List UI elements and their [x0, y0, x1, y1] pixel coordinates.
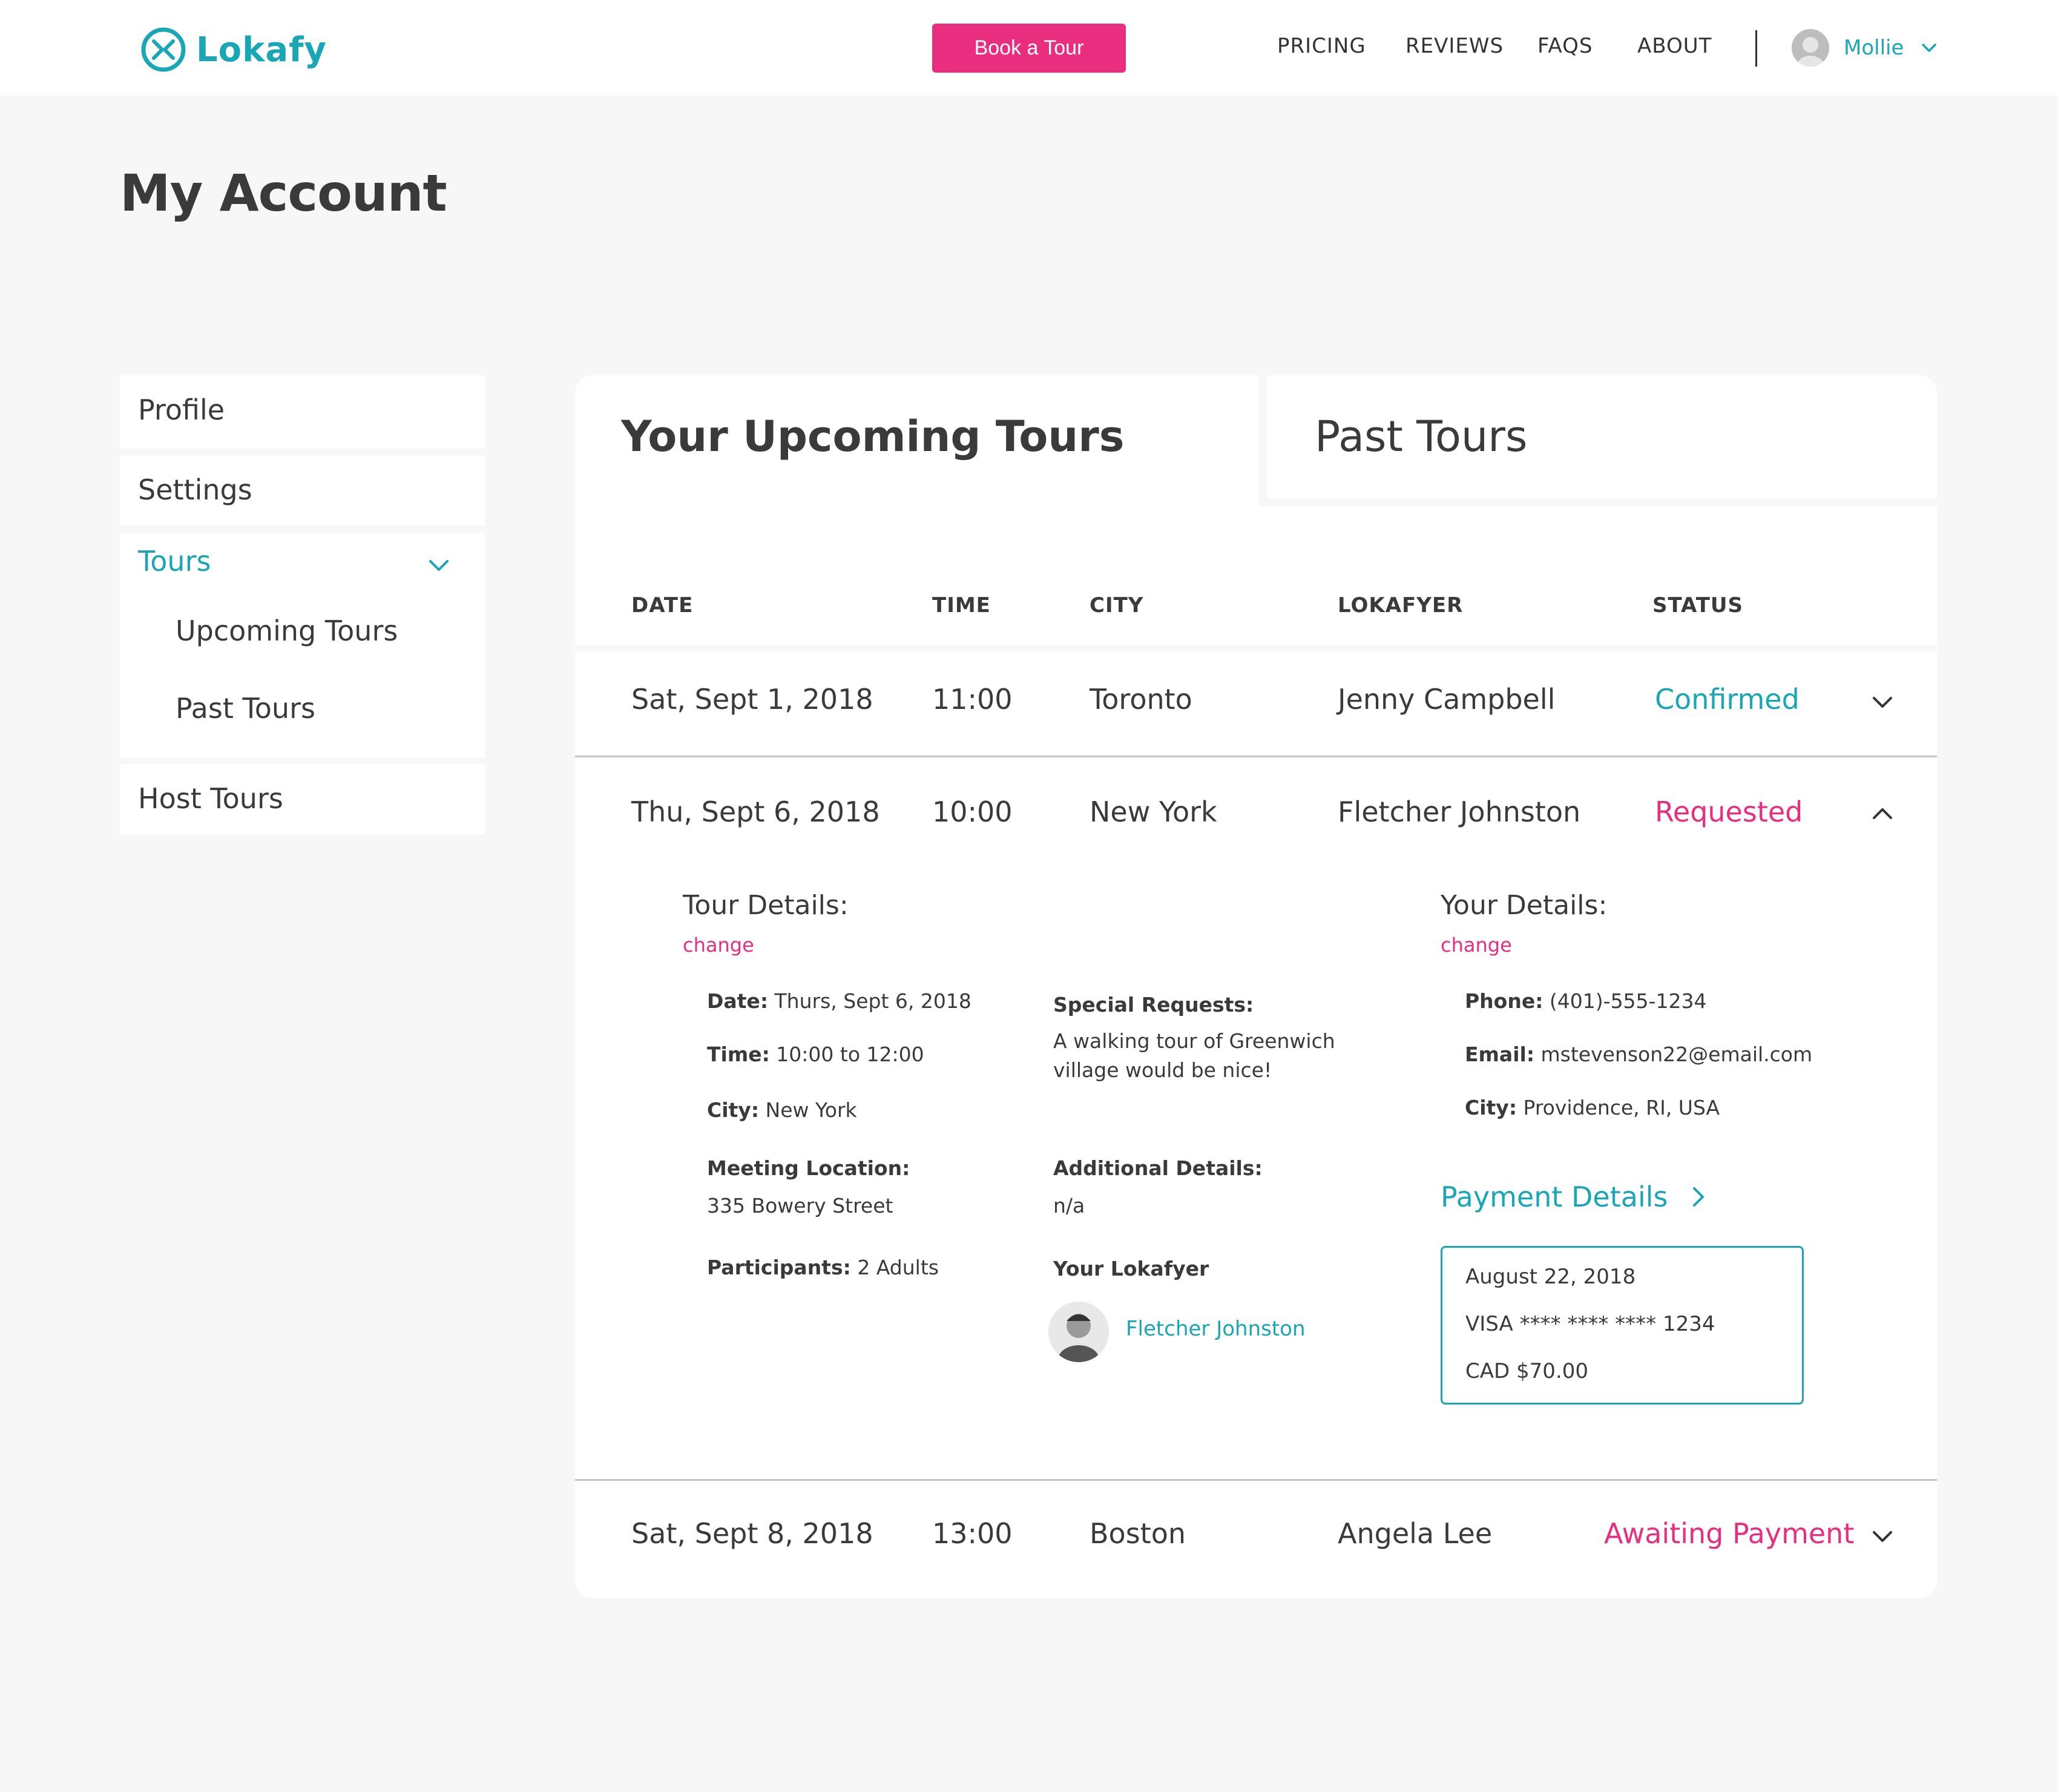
lokafyer-avatar[interactable] — [1048, 1302, 1109, 1362]
tab-label: Past Tours — [1315, 412, 1528, 461]
your-details-change-link[interactable]: change — [1441, 934, 1512, 957]
sidebar-item-profile[interactable]: Profile — [120, 375, 485, 448]
divider — [575, 756, 1937, 757]
sidebar-subitem-upcoming-tours[interactable]: Upcoming Tours — [176, 614, 398, 647]
status-badge: Requested — [1655, 796, 1803, 828]
page-title: My Account — [120, 163, 447, 223]
user-avatar-icon — [1792, 29, 1829, 67]
column-header-lokafyer: LOKAFYER — [1338, 593, 1464, 618]
sidebar-item-label: Host Tours — [138, 782, 283, 815]
payment-details-title: Payment Details — [1441, 1181, 1668, 1213]
nav-divider — [1755, 30, 1757, 67]
logo[interactable]: Lokafy — [140, 27, 327, 73]
tour-details-title: Tour Details: — [683, 890, 849, 921]
nav-about[interactable]: ABOUT — [1637, 34, 1712, 58]
sidebar-item-label: Settings — [138, 473, 252, 506]
column-header-time: TIME — [932, 593, 991, 618]
additional-details-value: n/a — [1053, 1194, 1085, 1217]
payment-card: VISA **** **** **** 1234 — [1465, 1312, 1715, 1336]
user-menu[interactable]: Mollie — [1792, 29, 1940, 67]
payment-amount: CAD $70.00 — [1465, 1359, 1588, 1383]
sidebar-item-label: Tours — [138, 545, 211, 578]
divider — [575, 1479, 1937, 1481]
user-avatar — [1792, 29, 1829, 67]
lokafyer-name-link[interactable]: Fletcher Johnston — [1126, 1317, 1306, 1341]
column-header-date: DATE — [631, 593, 694, 618]
tour-time: Time: 10:00 to 12:00 — [707, 1043, 924, 1066]
sidebar-item-label: Profile — [138, 394, 225, 426]
tour-details-change-link[interactable]: change — [683, 934, 754, 957]
column-header-status: STATUS — [1652, 593, 1744, 618]
user-city: City: Providence, RI, USA — [1465, 1096, 1720, 1119]
meeting-location-label: Meeting Location: — [707, 1156, 910, 1180]
user-name: Mollie — [1844, 36, 1904, 60]
top-header: Lokafy Book a Tour PRICING REVIEWS FAQS … — [0, 0, 2058, 96]
additional-details-label: Additional Details: — [1053, 1156, 1263, 1180]
logo-text: Lokafy — [196, 30, 327, 70]
chevron-down-icon — [429, 560, 449, 571]
user-phone: Phone: (401)-555-1234 — [1465, 989, 1707, 1013]
meeting-location-value: 335 Bowery Street — [707, 1194, 893, 1217]
special-requests-label: Special Requests: — [1053, 993, 1254, 1016]
tour-participants: Participants: 2 Adults — [707, 1256, 939, 1279]
sidebar-subitem-past-tours[interactable]: Past Tours — [176, 692, 315, 725]
payment-date: August 22, 2018 — [1465, 1265, 1636, 1289]
your-lokafyer-label: Your Lokafyer — [1053, 1257, 1209, 1280]
chevron-up-icon[interactable] — [1868, 799, 1897, 828]
row-lokafyer: Fletcher Johnston — [1338, 796, 1581, 828]
your-details-title: Your Details: — [1441, 890, 1608, 921]
row-date: Thu, Sept 6, 2018 — [631, 796, 880, 828]
tour-date: Date: Thurs, Sept 6, 2018 — [707, 989, 971, 1013]
chevron-down-icon[interactable] — [1868, 1522, 1897, 1551]
special-requests-line: A walking tour of Greenwich — [1053, 1029, 1335, 1053]
status-badge: Confirmed — [1655, 683, 1800, 716]
payment-summary-box: August 22, 2018 VISA **** **** **** 1234… — [1441, 1246, 1804, 1405]
chevron-down-icon — [1922, 44, 1937, 52]
nav-reviews[interactable]: REVIEWS — [1405, 34, 1504, 58]
tab-past-tours[interactable]: Past Tours — [1259, 375, 1937, 506]
row-time: 10:00 — [932, 796, 1013, 828]
sidebar-item-settings[interactable]: Settings — [120, 455, 485, 525]
row-city: Toronto — [1090, 683, 1192, 716]
row-date: Sat, Sept 8, 2018 — [631, 1517, 873, 1550]
tab-label: Your Upcoming Tours — [621, 412, 1125, 461]
lokafyer-avatar-icon — [1048, 1302, 1109, 1362]
row-time: 11:00 — [932, 683, 1013, 716]
book-tour-button[interactable]: Book a Tour — [932, 24, 1126, 73]
user-email: Email: mstevenson22@email.com — [1465, 1043, 1813, 1066]
tours-card: Your Upcoming Tours Past Tours DATE TIME… — [575, 375, 1937, 1598]
nav-pricing[interactable]: PRICING — [1277, 34, 1366, 58]
special-requests-line: village would be nice! — [1053, 1058, 1272, 1082]
row-date: Sat, Sept 1, 2018 — [631, 683, 873, 716]
row-city: New York — [1090, 796, 1217, 828]
row-time: 13:00 — [932, 1517, 1013, 1550]
sidebar-group-tours: Tours Upcoming Tours Past Tours — [120, 533, 485, 758]
status-badge: Awaiting Payment — [1604, 1517, 1855, 1550]
row-lokafyer: Jenny Campbell — [1338, 683, 1556, 716]
divider — [575, 645, 1937, 651]
tour-city: City: New York — [707, 1098, 857, 1122]
nav-faqs[interactable]: FAQS — [1537, 34, 1593, 58]
row-lokafyer: Angela Lee — [1338, 1517, 1493, 1550]
lokafy-logo-icon — [141, 27, 186, 72]
payment-details-link[interactable]: Payment Details — [1441, 1181, 1710, 1213]
chevron-down-icon[interactable] — [1868, 688, 1897, 717]
column-header-city: CITY — [1090, 593, 1144, 618]
sidebar-item-host-tours[interactable]: Host Tours — [120, 764, 485, 834]
row-city: Boston — [1090, 1517, 1186, 1550]
chevron-right-icon — [1693, 1187, 1705, 1207]
